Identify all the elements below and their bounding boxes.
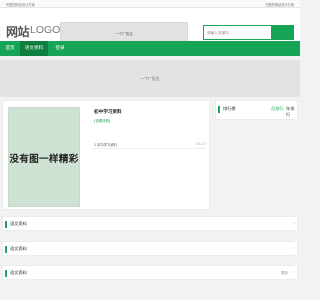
list-item-date: 05-13: [196, 142, 206, 146]
thumbnail-text: 没有图一样精彩: [9, 154, 79, 165]
top-bar-right-text: 完整的网站设计方案: [265, 3, 294, 7]
ranking-panel: 排行榜 月排行 年排行: [215, 100, 298, 120]
ranking-title: 排行榜: [223, 106, 236, 111]
section-chinese-materials-2: 语文资料 ›: [2, 241, 298, 256]
header: 网站 LOGO 一个广告位: [0, 8, 300, 45]
tab-monthly-ranking[interactable]: 月排行: [271, 106, 284, 112]
list-item-title: 1 初中学习资料: [94, 143, 117, 147]
list-item[interactable]: 1 初中学习资料 05-13: [94, 141, 206, 149]
site-logo-text[interactable]: LOGO: [30, 24, 60, 36]
section-chinese-materials-3: 语文资料 更多 ›: [2, 265, 298, 280]
chevron-right-icon[interactable]: ›: [294, 270, 295, 274]
featured-thumbnail[interactable]: 没有图一样精彩: [8, 107, 80, 207]
top-bar-left-text: 完整的网站设计方案: [6, 3, 35, 7]
section-marker: [5, 270, 7, 277]
main-nav: 首页 语文资料 登录: [0, 41, 300, 56]
section-title[interactable]: 语文资料: [10, 270, 27, 276]
nav-item-chinese-materials[interactable]: 语文资料: [20, 41, 48, 56]
wide-ad-text: 一个广告位: [140, 76, 160, 81]
chevron-right-icon[interactable]: ›: [294, 221, 295, 225]
search-box: [203, 25, 294, 40]
tab-yearly-ranking[interactable]: 年排行: [286, 106, 297, 118]
section-marker: [5, 221, 7, 228]
search-button[interactable]: [271, 26, 293, 39]
header-ad-text: 一个广告位: [115, 32, 133, 36]
section-title[interactable]: 语文资料: [10, 221, 27, 227]
chevron-right-icon[interactable]: ›: [294, 246, 295, 250]
search-input[interactable]: [204, 26, 271, 39]
section-chinese-materials-1: 语文资料 ›: [2, 216, 298, 231]
wide-ad-banner[interactable]: 一个广告位: [0, 60, 300, 97]
featured-detail-link[interactable]: [查看详情]: [94, 118, 110, 123]
section-marker: [218, 106, 220, 113]
more-link[interactable]: 更多: [281, 270, 288, 275]
featured-panel: 没有图一样精彩 初中学习资料 [查看详情] 1 初中学习资料 05-13: [2, 100, 210, 210]
section-title[interactable]: 语文资料: [10, 246, 27, 252]
nav-item-login[interactable]: 登录: [52, 41, 68, 56]
top-bar: 完整的网站设计方案 完整的网站设计方案: [0, 0, 300, 8]
nav-item-home[interactable]: 首页: [0, 41, 20, 56]
section-marker: [5, 246, 7, 253]
featured-title[interactable]: 初中学习资料: [94, 109, 122, 115]
site-logo[interactable]: 网站: [6, 23, 30, 40]
